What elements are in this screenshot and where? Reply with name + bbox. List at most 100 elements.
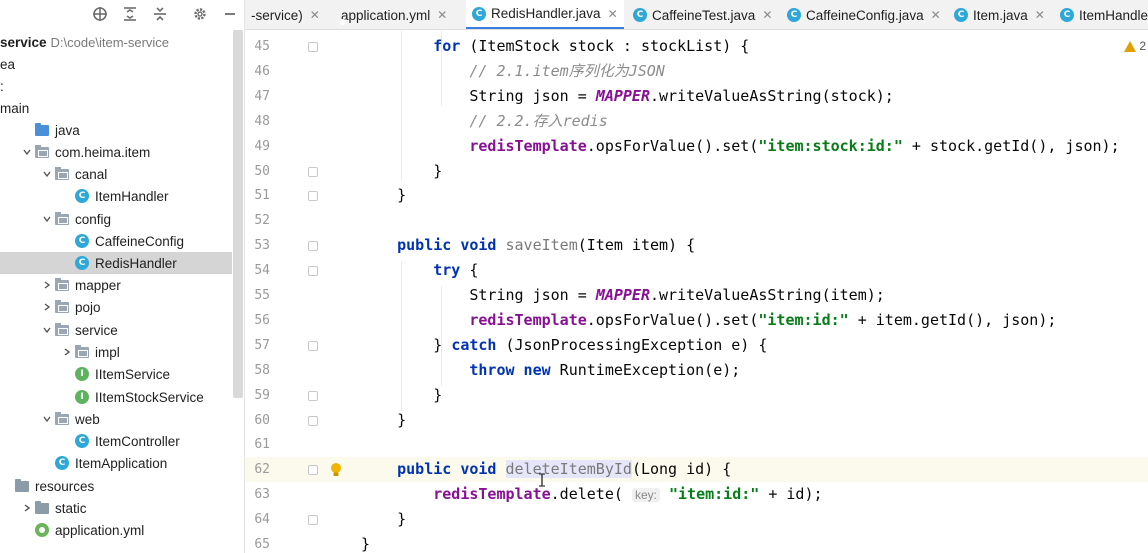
code-line[interactable]: 45 for (ItemStock stock : stockList) { (245, 34, 1148, 59)
close-icon[interactable]: ✕ (931, 8, 941, 22)
editor-tab-bar: -service) ✕ application.yml ✕ C RedisHandler.… (245, 0, 1148, 30)
chevron-right-icon[interactable] (60, 345, 74, 359)
hide-icon[interactable] (220, 4, 240, 24)
close-icon[interactable]: ✕ (437, 8, 447, 22)
code-line[interactable]: 65} (245, 532, 1148, 553)
crosshair-icon[interactable] (90, 4, 110, 24)
fold-marker-icon[interactable] (308, 241, 318, 252)
chevron-right-icon[interactable] (40, 300, 54, 314)
tree-item-label: main (0, 100, 30, 116)
collapse-all-icon[interactable] (150, 4, 170, 24)
code-token: { (460, 261, 479, 280)
tree-item-com-heima-item[interactable]: com.heima.item (0, 141, 232, 163)
tab-application-yml[interactable]: application.yml ✕ (330, 0, 453, 29)
fold-marker-icon[interactable] (308, 465, 318, 476)
fold-marker-icon[interactable] (308, 340, 318, 351)
code-token: for (433, 37, 461, 55)
chevron-down-icon[interactable] (40, 212, 54, 226)
fold-marker-icon[interactable] (308, 266, 318, 277)
tree-item-iitemstockservice[interactable]: I IItemStockService (0, 386, 232, 408)
tree-item-pojo[interactable]: pojo (0, 296, 232, 318)
fold-marker-icon[interactable] (308, 415, 318, 426)
tree-item-caffeineconfig[interactable]: C CaffeineConfig (0, 230, 232, 252)
tree-item-java[interactable]: java (0, 119, 232, 141)
close-icon[interactable]: ✕ (762, 8, 772, 22)
tree-item-web[interactable]: web (0, 408, 232, 430)
tab--service-[interactable]: -service) ✕ (245, 0, 326, 29)
fold-marker-icon[interactable] (308, 390, 318, 401)
tab-redishandler-java[interactable]: C RedisHandler.java ✕ (466, 0, 624, 29)
line-number: 65 (254, 537, 270, 552)
code-line[interactable]: 55 String json = MAPPER.writeValueAsStri… (245, 283, 1148, 308)
tree-item-ea[interactable]: ea (0, 53, 232, 75)
code-line[interactable]: 59 } (245, 383, 1148, 408)
tree-item-mapper[interactable]: mapper (0, 274, 232, 296)
tree-item-iitemservice[interactable]: I IItemService (0, 363, 232, 385)
chevron-right-icon[interactable] (20, 501, 34, 515)
interface-icon: I (74, 366, 90, 382)
code-line[interactable]: 49 redisTemplate.opsForValue().set("item… (245, 134, 1148, 159)
line-number: 61 (254, 437, 270, 453)
tree-item-service[interactable]: service (0, 319, 232, 341)
code-line[interactable]: 50 } (245, 159, 1148, 184)
expand-all-icon[interactable] (120, 4, 140, 24)
code-line[interactable]: 53 public void saveItem(Item item) { (245, 233, 1148, 258)
tree-item-canal[interactable]: canal (0, 163, 232, 185)
code-line[interactable]: 46 // 2.1.item序列化为JSON (245, 59, 1148, 84)
project-scrollbar[interactable] (233, 30, 243, 398)
tree-item-main[interactable]: main (0, 97, 232, 119)
tree-item-itemcontroller[interactable]: C ItemController (0, 430, 232, 452)
code-line[interactable]: 63 redisTemplate.delete( key: "item:id:"… (245, 482, 1148, 507)
tree-item-label: impl (95, 344, 120, 360)
tree-item-service[interactable]: service D:\code\item-service (0, 31, 232, 53)
code-line[interactable]: 54 try { (245, 258, 1148, 283)
fold-marker-icon[interactable] (308, 515, 318, 526)
tab-caffeinetest-java[interactable]: C CaffeineTest.java ✕ (627, 0, 778, 29)
code-line[interactable]: 56 redisTemplate.opsForValue().set("item… (245, 308, 1148, 333)
tab-itemhandle[interactable]: C ItemHandle (1054, 0, 1148, 29)
tree-item-static[interactable]: static (0, 497, 232, 519)
tree-item-itemapplication[interactable]: C ItemApplication (0, 452, 232, 474)
package-icon (74, 344, 90, 360)
line-number: 52 (254, 213, 270, 229)
tree-item-label: com.heima.item (55, 144, 151, 160)
code-token: try (433, 261, 461, 280)
package-icon (54, 211, 70, 227)
tab-item-java[interactable]: C Item.java ✕ (948, 0, 1051, 29)
code-line[interactable]: 62 public void deleteItemById(Long id) { (245, 457, 1148, 483)
lightbulb-icon[interactable] (329, 461, 343, 477)
tree-item-redishandler[interactable]: C RedisHandler (0, 252, 232, 274)
code-token: } (361, 161, 443, 180)
code-line[interactable]: 52 (245, 208, 1148, 233)
tree-item-impl[interactable]: impl (0, 341, 232, 363)
chevron-down-icon[interactable] (40, 167, 54, 181)
tree-item-resources[interactable]: resources (0, 475, 232, 497)
fold-marker-icon[interactable] (308, 42, 318, 52)
code-line[interactable]: 58 throw new RuntimeException(e); (245, 358, 1148, 383)
code-line[interactable]: 48 // 2.2.存入redis (245, 109, 1148, 134)
chevron-right-icon[interactable] (40, 278, 54, 292)
code-line[interactable]: 60 } (245, 408, 1148, 433)
code-line[interactable]: 61 (245, 432, 1148, 457)
code-line[interactable]: 47 String json = MAPPER.writeValueAsStri… (245, 84, 1148, 109)
tree-item-application-yml[interactable]: application.yml (0, 519, 232, 541)
tree-item-label: java (55, 122, 80, 138)
fold-marker-icon[interactable] (308, 191, 318, 202)
code-editor[interactable]: 2 45 for (ItemStock stock : stockList) {… (245, 31, 1148, 553)
chevron-down-icon[interactable] (40, 323, 54, 337)
code-line[interactable]: 51 } (245, 183, 1148, 208)
code-line[interactable]: 64 } (245, 507, 1148, 532)
close-icon[interactable]: ✕ (608, 7, 618, 21)
tab-caffeineconfig-java[interactable]: C CaffeineConfig.java ✕ (781, 0, 947, 29)
chevron-down-icon[interactable] (20, 145, 34, 159)
close-icon[interactable]: ✕ (310, 8, 320, 22)
fold-marker-icon[interactable] (308, 166, 318, 177)
gear-icon[interactable] (190, 4, 210, 24)
code-line[interactable]: 57 } catch (JsonProcessingException e) { (245, 333, 1148, 358)
code-token: redisTemplate (469, 136, 587, 155)
tree-item-itemhandler[interactable]: C ItemHandler (0, 185, 232, 207)
tree-item-config[interactable]: config (0, 208, 232, 230)
chevron-down-icon[interactable] (40, 412, 54, 426)
close-icon[interactable]: ✕ (1035, 8, 1045, 22)
